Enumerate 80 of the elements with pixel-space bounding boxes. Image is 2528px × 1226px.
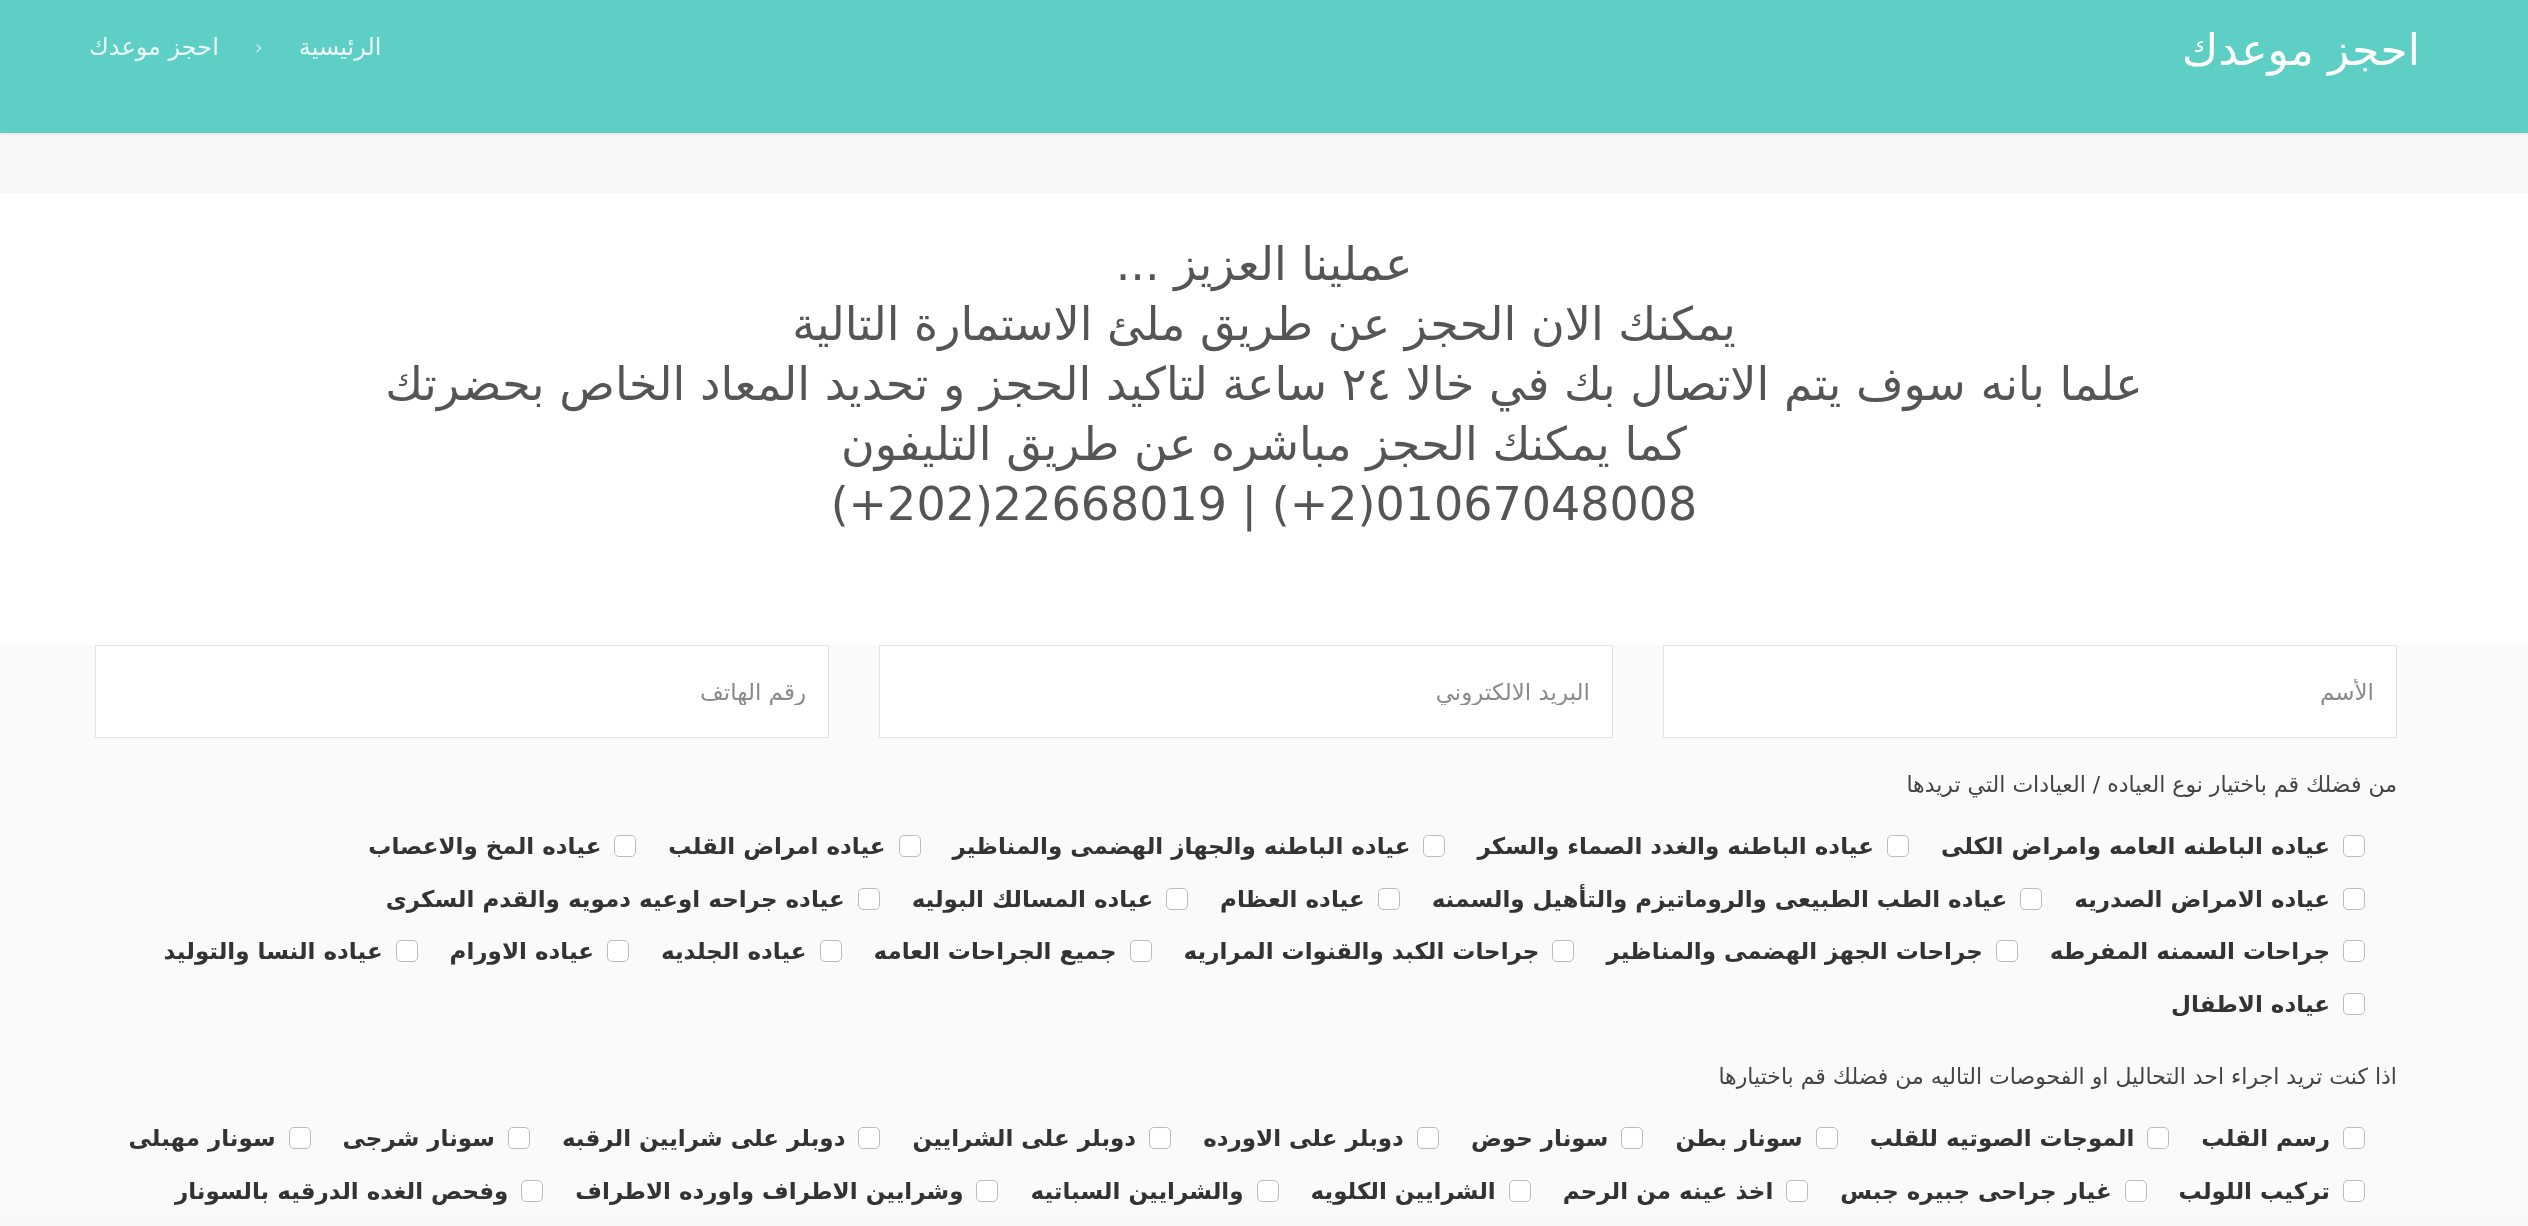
checkbox[interactable]: [1423, 835, 1446, 858]
option-label[interactable]: سونار بطن: [1675, 1125, 1803, 1152]
option-label[interactable]: سونار حوض: [1470, 1125, 1609, 1152]
checkbox[interactable]: [2343, 835, 2365, 858]
breadcrumb-separator: ‹: [254, 35, 263, 59]
option-label[interactable]: عياده الاطفال: [2171, 990, 2330, 1017]
option-label[interactable]: الموجات الصوتيه للقلب: [1869, 1125, 2135, 1152]
checkbox[interactable]: [2343, 1179, 2365, 1202]
option-label[interactable]: جراحات الكبد والقنوات المراريه: [1183, 938, 1540, 965]
input-field[interactable]: البريد الالكتروني: [879, 645, 1613, 738]
checkbox[interactable]: [607, 940, 630, 963]
option-label[interactable]: دوبلر على شرايين الرقبه: [561, 1125, 846, 1152]
checkbox[interactable]: [2020, 887, 2043, 910]
checkbox[interactable]: [521, 1179, 544, 1202]
option-label[interactable]: سونار مهبلى: [128, 1125, 276, 1152]
intro-line: كما يمكنك الحجز مباشره عن طريق التليفون: [841, 416, 1688, 474]
checkbox[interactable]: [1129, 940, 1152, 963]
option-label[interactable]: عياده الباطنه العامه وامراض الكلى: [1940, 833, 2330, 860]
intro-line: يمكنك الان الحجز عن طريق ملئ الاستمارة التالية: [792, 296, 1736, 354]
checkbox[interactable]: [614, 835, 637, 858]
checkbox[interactable]: [898, 835, 921, 858]
option-label[interactable]: عياده الاورام: [449, 938, 595, 965]
option-label[interactable]: عياده امراض القلب: [668, 833, 886, 860]
option-label[interactable]: عياده المسالك البوليه: [911, 885, 1154, 912]
checkbox[interactable]: [2343, 940, 2365, 963]
checkbox[interactable]: [858, 1127, 881, 1150]
option-label[interactable]: تركيب اللولب: [2178, 1177, 2330, 1204]
checkbox[interactable]: [395, 940, 418, 963]
page-title: احجز موعدك: [2182, 23, 2420, 78]
option-label[interactable]: عياده الجلديه: [661, 938, 807, 965]
checkbox[interactable]: [857, 887, 880, 910]
group-prompt: اذا كنت تريد اجراء احد التحاليل او الفحوصات التاليه من فضلك قم باختيارها: [1717, 1063, 2397, 1092]
checkbox[interactable]: [2147, 1127, 2170, 1150]
checkbox[interactable]: [1786, 1179, 1809, 1202]
option-label[interactable]: عياده الامراض الصدريه: [2074, 885, 2330, 912]
checkbox[interactable]: [1256, 1179, 1279, 1202]
checkbox[interactable]: [1995, 940, 2018, 963]
option-label[interactable]: دوبلر على الاورده: [1203, 1125, 1404, 1152]
input-field[interactable]: رقم الهاتف: [95, 645, 829, 738]
phone-numbers: (+202)22668019 | (+2)01067048008: [830, 476, 1698, 534]
option-label[interactable]: رسم القلب: [2201, 1125, 2330, 1152]
checkbox[interactable]: [1508, 1179, 1531, 1202]
checkbox[interactable]: [2343, 992, 2365, 1015]
checkbox[interactable]: [1416, 1127, 1439, 1150]
intro-line: علما بانه سوف يتم الاتصال بك في خالا ٢٤ ساعة لتاكيد الحجز و تحديد المعاد الخاص بحضرتك: [385, 356, 2143, 414]
checkbox[interactable]: [507, 1127, 530, 1150]
option-label[interactable]: دوبلر على الشرايين: [912, 1125, 1137, 1152]
intro-line: عملينا العزيز ...: [1115, 236, 1413, 294]
option-label[interactable]: سونار شرجى: [342, 1125, 495, 1152]
checkbox[interactable]: [1621, 1127, 1644, 1150]
option-label[interactable]: وشرايين الاطراف واورده الاطراف: [575, 1177, 964, 1204]
checkbox[interactable]: [1149, 1127, 1172, 1150]
option-label[interactable]: عياده جراحه اوعيه دمويه والقدم السكرى: [385, 885, 845, 912]
checkbox[interactable]: [288, 1127, 311, 1150]
option-label[interactable]: جراحات الجهز الهضمى والمناظير: [1606, 938, 1983, 965]
option-label[interactable]: عياده الباطنه والجهاز الهضمى والمناظير: [952, 833, 1411, 860]
breadcrumb-current: احجز موعدك: [89, 33, 219, 61]
checkbox[interactable]: [2343, 887, 2365, 910]
option-label[interactable]: عياده المخ والاعصاب: [368, 833, 602, 860]
checkbox[interactable]: [1552, 940, 1575, 963]
checkbox[interactable]: [1377, 887, 1400, 910]
checkbox[interactable]: [1815, 1127, 1838, 1150]
checkbox[interactable]: [976, 1179, 999, 1202]
option-label[interactable]: وفحص الغده الدرقيه بالسونار: [174, 1177, 509, 1204]
option-label[interactable]: عياده النسا والتوليد: [163, 938, 383, 965]
option-label[interactable]: عياده الباطنه والغدد الصماء والسكر: [1477, 833, 1874, 860]
option-label[interactable]: جراحات السمنه المفرطه: [2049, 938, 2330, 965]
checkbox[interactable]: [1886, 835, 1909, 858]
option-label[interactable]: اخذ عينه من الرحم: [1562, 1177, 1774, 1204]
option-label[interactable]: والشرايين السباتيه: [1030, 1177, 1244, 1204]
option-label[interactable]: غيار جراحى جبيره جبس: [1840, 1177, 2112, 1204]
checkbox[interactable]: [819, 940, 842, 963]
checkbox[interactable]: [2124, 1179, 2147, 1202]
option-label[interactable]: الشرايين الكلويه: [1310, 1177, 1496, 1204]
option-label[interactable]: عياده العظام: [1220, 885, 1365, 912]
option-label[interactable]: عياده الطب الطبيعى والروماتيزم والتأهيل والسمنه: [1431, 885, 2008, 912]
option-label[interactable]: جميع الجراحات العامه: [873, 938, 1117, 965]
checkbox[interactable]: [2343, 1127, 2365, 1150]
checkbox[interactable]: [1166, 887, 1189, 910]
group-prompt: من فضلك قم باختيار نوع العياده / العيادات التي تريدها: [1905, 771, 2397, 800]
